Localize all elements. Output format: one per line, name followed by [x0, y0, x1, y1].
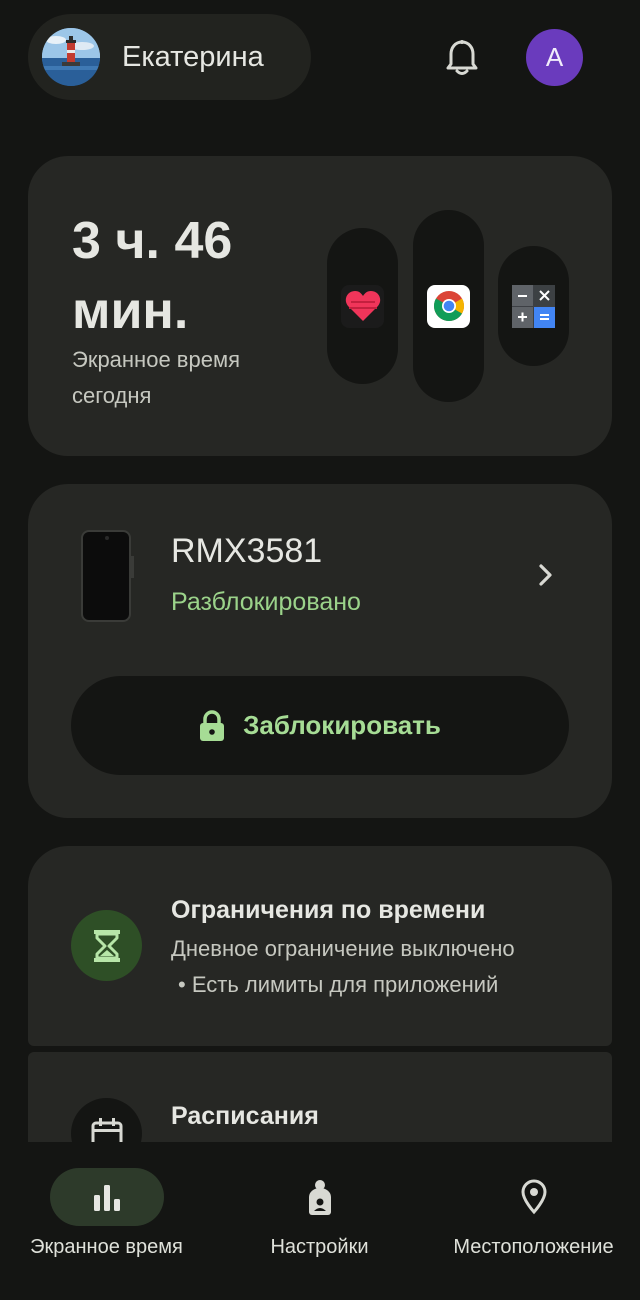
bar-chart-icon	[93, 1185, 120, 1211]
chrome-icon	[427, 284, 470, 328]
bell-icon	[446, 40, 478, 75]
app-usage-bar-2	[413, 210, 484, 402]
account-initial: A	[545, 42, 564, 72]
child-icon	[308, 1180, 331, 1215]
nav-label-screen-time: Экранное время	[30, 1236, 183, 1258]
nav-label-location: Местоположение	[453, 1236, 614, 1258]
screen-time-label: Экранное время сегодня	[72, 347, 240, 408]
app-usage-bar-3	[498, 246, 569, 366]
nav-item-location[interactable]: Местоположение	[427, 1142, 640, 1300]
device-status: Разблокировано	[171, 588, 361, 616]
device-card[interactable]: RMX3581 Разблокировано Заблокировать	[28, 484, 612, 818]
screen-time-value: 3 ч. 46 мин.	[72, 212, 233, 340]
schedules-title: Расписания	[171, 1102, 319, 1130]
profile-avatar	[42, 28, 100, 86]
calculator-icon	[512, 284, 555, 328]
nav-item-screen-time[interactable]: Экранное время	[0, 1142, 213, 1300]
nav-active-indicator	[49, 1168, 164, 1226]
chevron-right-icon[interactable]	[534, 560, 558, 590]
hourglass-icon	[71, 910, 142, 981]
device-name: RMX3581	[171, 532, 323, 570]
lock-device-button[interactable]: Заблокировать	[71, 676, 569, 775]
location-pin-icon	[520, 1179, 547, 1215]
limits-title: Ограничения по времени	[171, 896, 486, 924]
account-avatar[interactable]: A	[526, 29, 583, 86]
nav-item-settings[interactable]: Настройки	[213, 1142, 426, 1300]
nav-indicator	[477, 1168, 591, 1226]
limits-description: Дневное ограничение выключено	[171, 936, 515, 961]
screen-time-card[interactable]: 3 ч. 46 мин. Экранное время сегодня	[28, 156, 612, 456]
lock-button-label: Заблокировать	[243, 710, 441, 740]
bottom-navigation: Экранное время Настройки Местоположение	[0, 1142, 640, 1300]
limits-subtext: • Есть лимиты для приложений	[178, 972, 499, 997]
heart-app-icon	[341, 284, 384, 328]
notifications-button[interactable]	[434, 30, 490, 86]
phone-image	[81, 530, 134, 622]
lock-icon	[200, 709, 225, 741]
app-usage-bar-1	[327, 228, 398, 384]
profile-switcher[interactable]: Екатерина	[28, 14, 311, 100]
lighthouse-icon	[42, 28, 100, 86]
profile-name: Екатерина	[122, 40, 264, 73]
time-limits-card[interactable]: Ограничения по времени Дневное ограничен…	[28, 846, 612, 1046]
nav-indicator	[263, 1168, 377, 1226]
nav-label-settings: Настройки	[270, 1236, 369, 1258]
